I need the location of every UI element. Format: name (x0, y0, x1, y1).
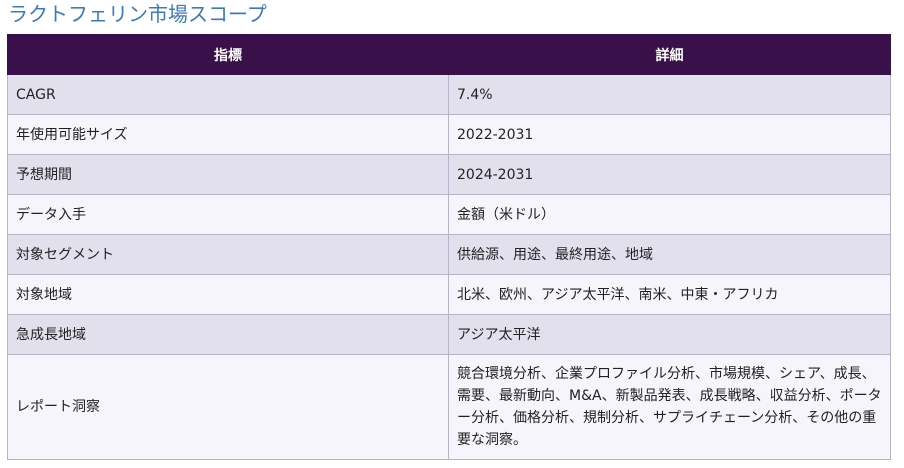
metric-cell: 対象地域 (7, 274, 449, 315)
metric-cell: CAGR (7, 74, 449, 115)
table-row: 年使用可能サイズ 2022-2031 (7, 114, 891, 155)
detail-cell: アジア太平洋 (448, 314, 891, 355)
metric-cell: 急成長地域 (7, 314, 449, 355)
detail-cell: 金額（米ドル） (448, 194, 891, 235)
detail-cell: 競合環境分析、企業プロファイル分析、市場規模、シェア、成長、需要、最新動向、M&… (448, 354, 891, 460)
table-row: 予想期間 2024-2031 (7, 154, 891, 195)
table-row: 対象地域 北米、欧州、アジア太平洋、南米、中東・アフリカ (7, 274, 891, 315)
detail-cell: 供給源、用途、最終用途、地域 (448, 234, 891, 275)
page: ラクトフェリン市場スコープ 指標 詳細 CAGR 7.4% 年使用可能サイズ 2… (0, 0, 904, 468)
detail-cell: 2024-2031 (448, 154, 891, 195)
metric-cell: レポート洞察 (7, 354, 449, 460)
header-row: 指標 詳細 (7, 34, 891, 75)
table-row: データ入手 金額（米ドル） (7, 194, 891, 235)
metric-cell: データ入手 (7, 194, 449, 235)
table-row: 対象セグメント 供給源、用途、最終用途、地域 (7, 234, 891, 275)
metric-cell: 年使用可能サイズ (7, 114, 449, 155)
market-scope-table: 指標 詳細 CAGR 7.4% 年使用可能サイズ 2022-2031 予想期間 … (7, 34, 891, 460)
metric-cell: 予想期間 (7, 154, 449, 195)
metric-cell: 対象セグメント (7, 234, 449, 275)
detail-cell: 7.4% (448, 74, 891, 115)
detail-cell: 北米、欧州、アジア太平洋、南米、中東・アフリカ (448, 274, 891, 315)
table-row: レポート洞察 競合環境分析、企業プロファイル分析、市場規模、シェア、成長、需要、… (7, 354, 891, 460)
column-header-details: 詳細 (448, 34, 891, 75)
table-row: 急成長地域 アジア太平洋 (7, 314, 891, 355)
section-title: ラクトフェリン市場スコープ (8, 2, 267, 26)
column-header-metric: 指標 (7, 34, 449, 75)
detail-cell: 2022-2031 (448, 114, 891, 155)
table-row: CAGR 7.4% (7, 74, 891, 115)
